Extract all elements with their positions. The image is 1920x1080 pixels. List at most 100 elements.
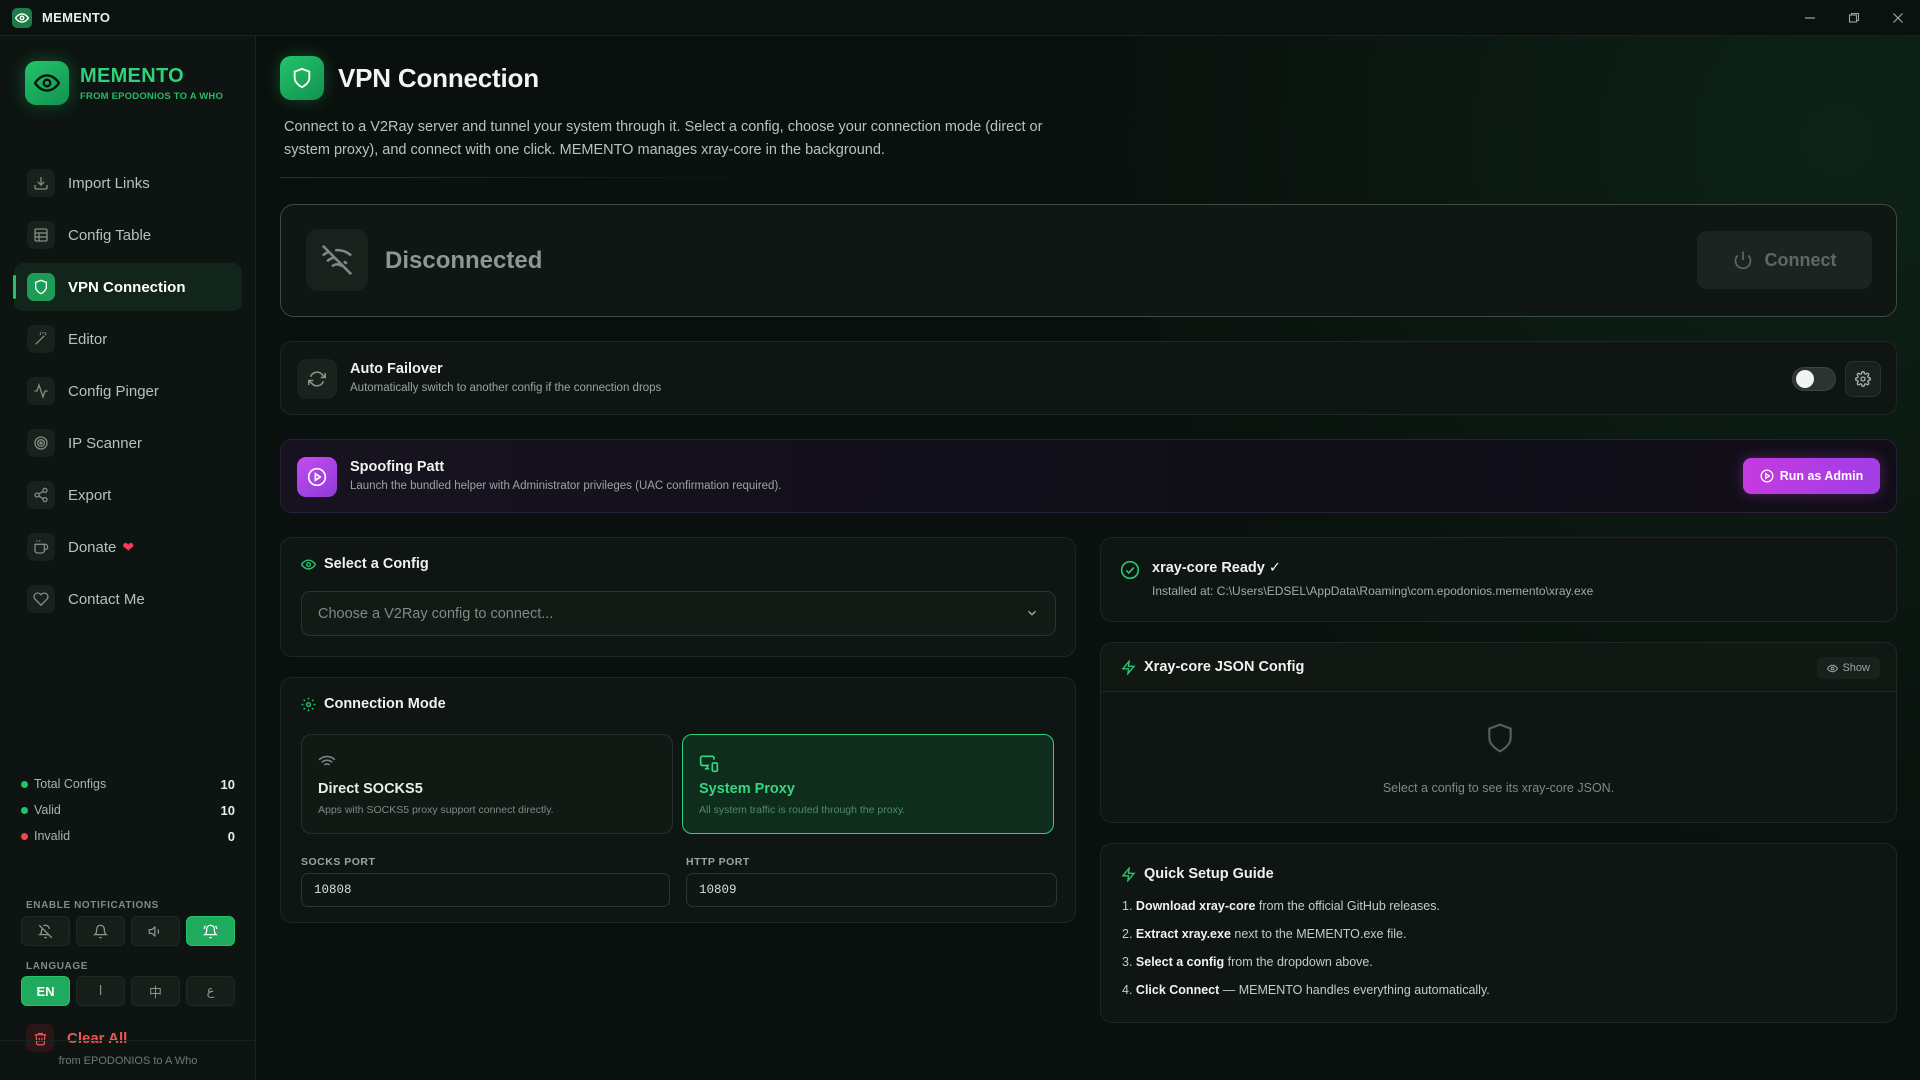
panel-title-text: Select a Config (324, 556, 429, 572)
guide-step: 4. Click Connect — MEMENTO handles every… (1122, 980, 1862, 1008)
shield-icon (1484, 720, 1516, 761)
sidebar-item-label: Export (68, 486, 112, 504)
auto-failover-title: Auto Failover (350, 361, 443, 377)
sidebar-item-label: IP Scanner (68, 434, 142, 452)
table-icon (27, 221, 55, 249)
step-text: next to the MEMENTO.exe file. (1230, 927, 1407, 941)
sidebar-item-donate[interactable]: Donate ❤ (14, 523, 242, 571)
bell-ring-icon[interactable] (186, 916, 235, 946)
brand-tagline: FROM EPODONIOS TO A WHO (80, 90, 224, 102)
stat-label: Valid (34, 803, 61, 817)
sidebar-footer: from EPODONIOS to A Who (0, 1040, 256, 1080)
lightning-icon (1121, 866, 1136, 882)
stat-invalid: Invalid 0 (21, 823, 235, 849)
stat-total-configs: Total Configs 10 (21, 771, 235, 797)
sidebar-item-import-links[interactable]: Import Links (14, 159, 242, 207)
lang-option-ar[interactable]: ع (186, 976, 235, 1006)
spoofing-card: Spoofing Patt Launch the bundled helper … (280, 439, 1897, 513)
sidebar-nav: Import Links Config Table VPN Connection… (13, 159, 242, 627)
connect-label: Connect (1764, 249, 1837, 270)
mode-subtitle: All system traffic is routed through the… (699, 804, 906, 816)
gear-icon[interactable] (1845, 361, 1881, 397)
stat-label: Invalid (34, 829, 71, 843)
radar-icon (27, 429, 55, 457)
window-title: MEMENTO (42, 10, 111, 25)
show-json-button[interactable]: Show (1817, 657, 1880, 679)
sidebar-item-config-pinger[interactable]: Config Pinger (14, 367, 242, 415)
notifications-label: ENABLE NOTIFICATIONS (26, 900, 159, 911)
volume-icon[interactable] (131, 916, 180, 946)
run-as-admin-label: Run as Admin (1779, 469, 1864, 483)
socks-port-input[interactable]: 10808 (301, 873, 670, 907)
connection-mode-panel: Connection Mode Direct SOCKS5 Apps with … (280, 677, 1076, 923)
connect-button[interactable]: Connect (1697, 231, 1872, 289)
bell-icon[interactable] (76, 916, 125, 946)
power-icon (1734, 251, 1751, 270)
bell-off-icon[interactable] (21, 916, 70, 946)
app-eye-icon (12, 7, 32, 28)
panel-title-text: Xray-core JSON Config (1144, 659, 1305, 675)
http-port-input[interactable]: 10809 (686, 873, 1057, 907)
sidebar-item-label: Editor (68, 330, 108, 348)
brand-name: MEMENTO (80, 64, 184, 87)
auto-failover-toggle[interactable] (1792, 367, 1836, 391)
http-port-label: HTTP PORT (686, 856, 750, 868)
sidebar-item-label: Config Pinger (68, 382, 159, 400)
play-circle-icon (297, 457, 337, 497)
auto-failover-subtitle: Automatically switch to another config i… (350, 382, 662, 394)
xray-json-empty-text: Select a config to see its xray-core JSO… (1382, 781, 1615, 795)
restore-icon[interactable] (1832, 0, 1876, 36)
mode-direct-socks5[interactable]: Direct SOCKS5 Apps with SOCKS5 proxy sup… (301, 734, 673, 834)
select-config-panel: Select a Config Choose a V2Ray config to… (280, 537, 1076, 657)
sidebar-item-vpn-connection[interactable]: VPN Connection (13, 263, 242, 311)
sidebar-item-label: Config Table (68, 226, 152, 244)
sidebar: MEMENTO FROM EPODONIOS TO A WHO Import L… (0, 36, 256, 1080)
minimize-icon[interactable] (1788, 0, 1832, 36)
lightning-icon (1121, 659, 1136, 675)
status-dot (21, 780, 28, 788)
lang-option-en[interactable]: EN (21, 976, 70, 1006)
lang-option-fa[interactable]: ا (76, 976, 125, 1006)
eye-icon (301, 557, 316, 572)
xray-status-title: xray-core Ready ✓ (1152, 560, 1282, 576)
sidebar-item-ip-scanner[interactable]: IP Scanner (14, 419, 242, 467)
sidebar-item-label: Donate (68, 538, 117, 556)
xray-json-header: Xray-core JSON Config Show (1101, 643, 1896, 692)
step-text: — MEMENTO handles everything automatical… (1219, 983, 1490, 997)
close-icon[interactable] (1876, 0, 1920, 36)
sidebar-item-config-table[interactable]: Config Table (14, 211, 242, 259)
connection-status-card: Disconnected Connect (280, 204, 1897, 317)
page-title: VPN Connection (338, 62, 539, 93)
config-select-placeholder: Choose a V2Ray config to connect... (318, 605, 554, 622)
header-divider (280, 177, 790, 178)
eye-icon (1827, 664, 1839, 672)
config-stats: Total Configs 10 Valid 10 Invalid 0 (21, 771, 235, 849)
sidebar-item-contact-me[interactable]: Contact Me (14, 575, 242, 623)
mode-system-proxy[interactable]: System Proxy All system traffic is route… (682, 734, 1054, 834)
auto-failover-card: Auto Failover Automatically switch to an… (280, 341, 1897, 415)
coffee-icon (27, 533, 55, 561)
quick-setup-guide-title: Quick Setup Guide (1121, 866, 1274, 882)
quick-setup-guide-panel: Quick Setup Guide 1. Download xray-core … (1100, 843, 1897, 1023)
stat-value: 10 (220, 802, 235, 818)
gear-icon (301, 697, 316, 712)
page-header: VPN Connection (280, 56, 539, 100)
guide-step: 2. Extract xray.exe next to the MEMENTO.… (1122, 924, 1862, 952)
step-bold: Download xray-core (1135, 899, 1256, 913)
lang-option-zh[interactable]: 中 (131, 976, 180, 1006)
mode-subtitle: Apps with SOCKS5 proxy support connect d… (318, 804, 554, 816)
main-content: VPN Connection Connect to a V2Ray server… (257, 36, 1920, 1080)
mode-title: System Proxy (699, 781, 795, 797)
run-as-admin-button[interactable]: Run as Admin (1743, 458, 1880, 494)
sidebar-item-editor[interactable]: Editor (14, 315, 242, 363)
sidebar-item-export[interactable]: Export (14, 471, 242, 519)
config-select-dropdown[interactable]: Choose a V2Ray config to connect... (301, 591, 1056, 636)
refresh-icon (297, 359, 337, 399)
connection-status-text: Disconnected (385, 247, 543, 274)
guide-step: 1. Download xray-core from the official … (1122, 896, 1862, 924)
xray-install-path: Installed at: C:\Users\EDSEL\AppData\Roa… (1152, 584, 1594, 598)
chevron-down-icon (1025, 606, 1039, 624)
play-circle-icon (1760, 469, 1774, 483)
page-description: Connect to a V2Ray server and tunnel you… (284, 119, 1043, 158)
stat-valid: Valid 10 (21, 797, 235, 823)
